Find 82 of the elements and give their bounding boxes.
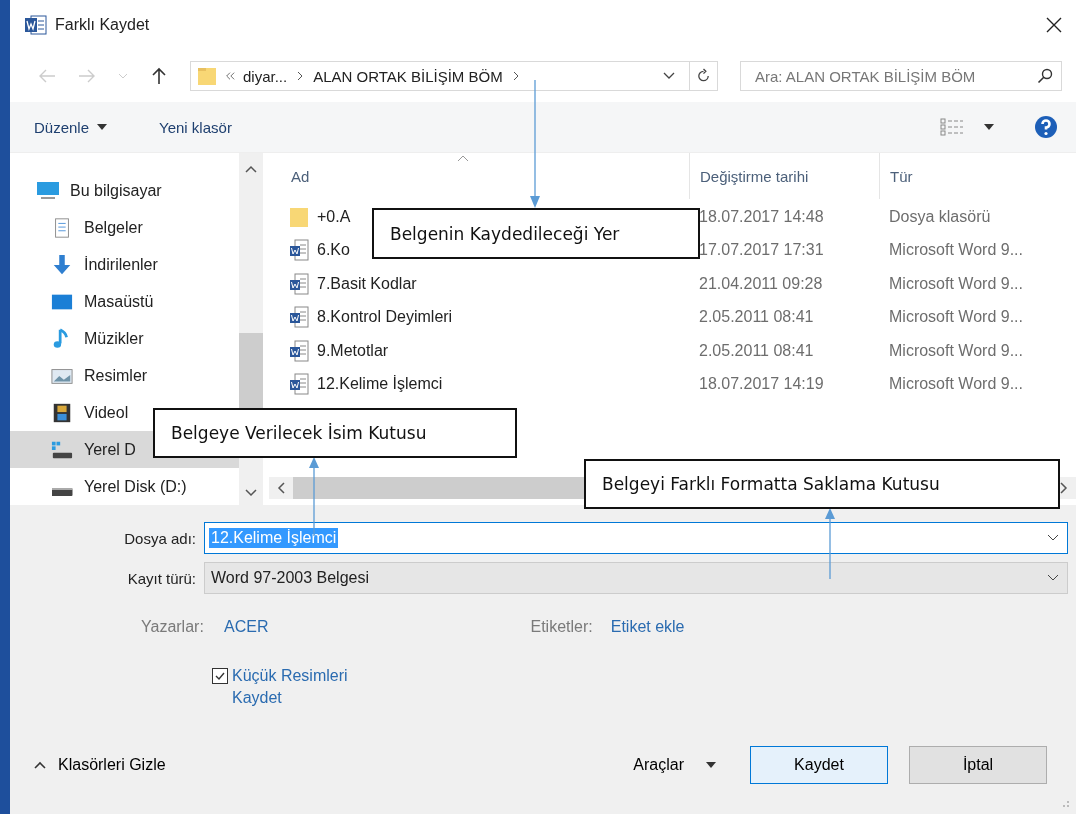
- table-cell: Microsoft Word 9...: [889, 241, 1023, 260]
- sidebar-item[interactable]: Belgeler: [10, 209, 239, 246]
- sort-caret-icon: [457, 155, 469, 162]
- address-bar[interactable]: diyar... ALAN ORTAK BİLİŞİM BÖM: [190, 61, 718, 91]
- caret-icon[interactable]: [984, 124, 994, 130]
- table-cell: Dosya klasörü: [889, 207, 991, 226]
- sidebar-item[interactable]: İndirilenler: [10, 246, 239, 283]
- sidebar-item[interactable]: Bu bilgisayar: [10, 172, 239, 209]
- table-cell: 2.05.2011 08:41: [699, 341, 814, 360]
- word-document-icon: [289, 272, 309, 295]
- word-document-icon: [289, 306, 309, 329]
- callout-arrow: [825, 508, 835, 579]
- chevron-up-icon: [34, 761, 46, 769]
- file-name[interactable]: 12.Kelime İşlemci: [317, 375, 443, 394]
- drive-icon: [50, 487, 74, 496]
- organize-menu[interactable]: Düzenle: [28, 114, 114, 140]
- cancel-button[interactable]: İptal: [909, 746, 1047, 784]
- column-header[interactable]: Ad: [291, 167, 310, 185]
- authors-link[interactable]: ACER: [224, 618, 269, 636]
- help-icon[interactable]: [1034, 115, 1058, 139]
- table-cell: Microsoft Word 9...: [889, 274, 1023, 293]
- table-cell: Microsoft Word 9...: [889, 341, 1023, 360]
- dropdown-icon[interactable]: [663, 72, 675, 80]
- close-icon[interactable]: [1046, 17, 1062, 33]
- callout-tooltip: Belgeye Verilecek İsim Kutusu: [153, 408, 517, 458]
- refresh-icon[interactable]: [689, 62, 711, 90]
- computer-icon: [36, 179, 60, 202]
- search-icon: [1037, 68, 1053, 84]
- field-label: Kayıt türü:: [126, 569, 197, 587]
- breadcrumb-item[interactable]: ALAN ORTAK BİLİŞİM BÖM: [313, 67, 503, 85]
- save-button[interactable]: Kaydet: [750, 746, 888, 784]
- file-name[interactable]: 8.Kontrol Deyimleri: [317, 308, 453, 327]
- sidebar-item[interactable]: Resimler: [10, 357, 239, 394]
- tags-link[interactable]: Etiket ekle: [610, 618, 685, 636]
- dropdown-icon[interactable]: [1047, 534, 1059, 542]
- field-label: Dosya adı:: [123, 529, 197, 547]
- table-cell: 2.05.2011 08:41: [699, 308, 814, 327]
- sidebar-item[interactable]: Yerel Disk (D:): [10, 468, 239, 505]
- file-name[interactable]: 6.Ko: [317, 241, 350, 260]
- field-label: Etiketler:: [530, 618, 593, 636]
- caret-icon: [706, 762, 716, 768]
- file-name[interactable]: +0.A: [317, 207, 351, 226]
- table-cell: 18.07.2017 14:48: [699, 207, 824, 226]
- sidebar-item[interactable]: Müzikler: [10, 320, 239, 357]
- search-field[interactable]: Ara: ALAN ORTAK BİLİŞİM BÖM: [740, 61, 1062, 91]
- callout-tooltip: Belgenin Kaydedileceği Yer: [372, 208, 700, 259]
- new-folder-button[interactable]: Yeni klasör: [153, 114, 238, 140]
- tools-menu[interactable]: Araçlar: [627, 755, 722, 775]
- file-name[interactable]: 7.Basit Kodlar: [317, 274, 417, 293]
- scroll-right-icon[interactable]: [1060, 482, 1068, 494]
- callout-tooltip: Belgeyi Farklı Formatta Saklama Kutusu: [584, 459, 1060, 509]
- table-cell: 18.07.2017 14:19: [699, 375, 824, 394]
- file-type-dropdown[interactable]: Word 97-2003 Belgesi: [204, 562, 1068, 594]
- scroll-down-icon[interactable]: [245, 489, 257, 497]
- checkmark-icon: [214, 670, 226, 682]
- word-document-icon: [289, 239, 309, 262]
- table-cell: Microsoft Word 9...: [889, 308, 1023, 327]
- dropdown-icon: [1047, 574, 1059, 582]
- scroll-up-icon[interactable]: [245, 165, 257, 173]
- up-arrow-icon[interactable]: [150, 67, 168, 85]
- double-chevron-icon: [225, 71, 235, 81]
- folder-icon: [289, 205, 309, 228]
- window-title: Farklı Kaydet: [55, 16, 150, 34]
- checkbox[interactable]: [212, 668, 228, 684]
- file-name[interactable]: 9.Metotlar: [317, 341, 389, 360]
- hide-folders-button[interactable]: Klasörleri Gizle: [10, 756, 166, 774]
- table-cell: 21.04.2011 09:28: [699, 274, 823, 293]
- breadcrumb-item[interactable]: diyar...: [243, 67, 288, 85]
- resize-grip-icon[interactable]: [1060, 798, 1070, 808]
- table-cell: Microsoft Word 9...: [889, 375, 1023, 394]
- column-header[interactable]: Değiştirme tarihi: [700, 167, 809, 185]
- table-cell: 17.07.2017 17:31: [699, 241, 824, 260]
- sidebar-item[interactable]: Masaüstü: [10, 283, 239, 320]
- field-label: Yazarlar:: [140, 618, 205, 636]
- column-header[interactable]: Tür: [890, 167, 913, 185]
- caret-icon: [97, 124, 108, 130]
- scroll-left-icon[interactable]: [277, 482, 285, 494]
- folder-icon: [197, 66, 217, 86]
- word-icon: [25, 15, 47, 35]
- word-document-icon: [289, 339, 309, 362]
- checkbox-label[interactable]: Küçük Resimleri Kaydet: [232, 665, 372, 709]
- word-document-icon: [289, 373, 309, 396]
